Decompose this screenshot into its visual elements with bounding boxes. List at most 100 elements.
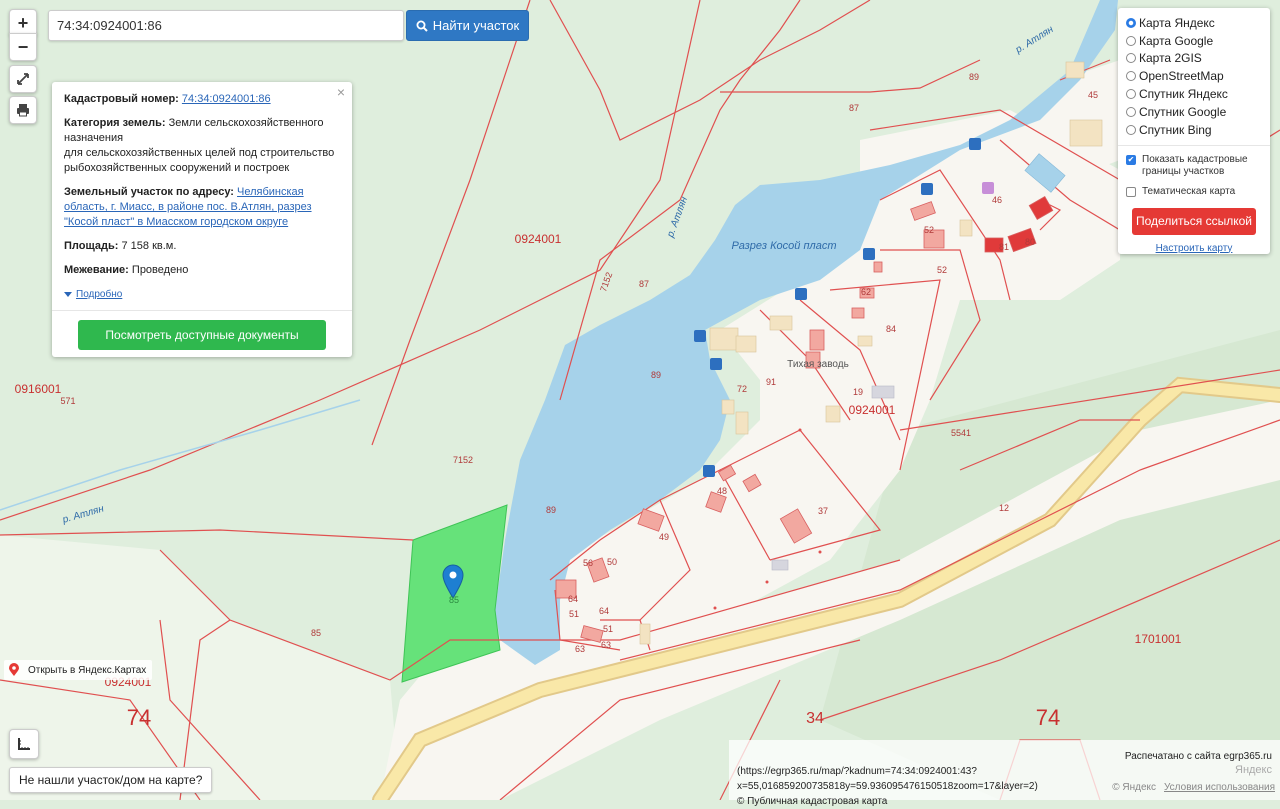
- find-parcel-label: Найти участок: [432, 18, 520, 33]
- svg-text:85: 85: [311, 628, 321, 638]
- svg-text:81: 81: [999, 242, 1009, 252]
- district-code-label: 34: [806, 710, 824, 727]
- radio-icon: [1126, 124, 1136, 135]
- yandex-attribution: © Яндекс Условия использования: [1112, 782, 1275, 793]
- survey-label: Межевание:: [64, 264, 129, 276]
- zoom-out-button[interactable]: −: [9, 33, 37, 61]
- terms-of-use-link[interactable]: Условия использования: [1164, 782, 1275, 793]
- cadastral-number-row: Кадастровый номер: 74:34:0924001:86: [64, 92, 340, 107]
- quarter-label: 0916001: [15, 382, 62, 396]
- svg-text:7152: 7152: [453, 455, 473, 465]
- svg-text:5541: 5541: [951, 428, 971, 438]
- region-code-label: 74: [127, 705, 151, 730]
- checkbox-checked-icon: ✔: [1126, 154, 1136, 165]
- layer-option-2gis-map[interactable]: Карта 2GIS: [1126, 50, 1262, 68]
- more-details-link[interactable]: Подробно: [64, 287, 340, 302]
- svg-text:72: 72: [737, 384, 747, 394]
- svg-text:52: 52: [937, 265, 947, 275]
- close-icon[interactable]: ×: [337, 85, 345, 100]
- parcel-info-panel: × Кадастровый номер: 74:34:0924001:86 Ка…: [52, 82, 352, 357]
- layer-option-yandex-satellite[interactable]: Спутник Яндекс: [1126, 85, 1262, 103]
- area-row: Площадь: 7 158 кв.м.: [64, 239, 340, 254]
- layer-option-google-map[interactable]: Карта Google: [1126, 32, 1262, 50]
- expand-icon: [17, 73, 29, 85]
- svg-text:51: 51: [603, 624, 613, 634]
- radio-icon: [1126, 53, 1136, 64]
- radio-selected-icon: [1126, 17, 1136, 28]
- quarter-label: 0924001: [515, 232, 562, 246]
- divider: [52, 310, 352, 311]
- land-purpose-text: для сельскохозяйственных целей под строи…: [64, 147, 335, 174]
- thematic-map-checkbox[interactable]: Тематическая карта: [1126, 186, 1262, 198]
- svg-text:63: 63: [601, 640, 611, 650]
- checkbox-icon: [1126, 186, 1136, 197]
- parcel-not-found-button[interactable]: Не нашли участок/дом на карте?: [9, 767, 213, 793]
- svg-text:571: 571: [60, 396, 75, 406]
- svg-text:63: 63: [575, 644, 585, 654]
- svg-text:89: 89: [969, 72, 979, 82]
- svg-text:89: 89: [546, 505, 556, 515]
- address-row: Земельный участок по адресу: Челябинская…: [64, 185, 340, 230]
- poi-icon: [982, 182, 994, 194]
- area-label: Площадь:: [64, 240, 119, 252]
- layer-option-label: Спутник Яндекс: [1139, 87, 1228, 102]
- configure-map-link[interactable]: Настроить карту: [1126, 243, 1262, 254]
- svg-text:49: 49: [659, 532, 669, 542]
- ruler-icon: [18, 738, 30, 750]
- show-borders-checkbox[interactable]: ✔ Показать кадастровые границы участков: [1126, 154, 1262, 178]
- svg-text:19: 19: [853, 387, 863, 397]
- print-button[interactable]: [9, 96, 37, 124]
- caret-down-icon: [64, 292, 72, 297]
- quarter-label: 0924001: [849, 403, 896, 417]
- svg-text:51: 51: [569, 609, 579, 619]
- divider: [1118, 144, 1270, 146]
- open-yandex-maps-link[interactable]: Открыть в Яндекс.Картах: [4, 660, 153, 680]
- svg-text:50: 50: [607, 557, 617, 567]
- survey-value: Проведено: [131, 264, 189, 276]
- map-pin-icon: [9, 663, 19, 676]
- svg-text:12: 12: [999, 503, 1009, 513]
- selected-parcel-label: 85: [449, 595, 459, 605]
- settlement-label: Тихая заводь: [787, 359, 849, 370]
- svg-text:87: 87: [849, 103, 859, 113]
- layer-option-label: Спутник Bing: [1139, 122, 1212, 137]
- radio-icon: [1126, 35, 1136, 46]
- printer-icon: [17, 104, 29, 117]
- svg-text:48: 48: [717, 486, 727, 496]
- svg-text:89: 89: [651, 370, 661, 380]
- yandex-logo: Яндекс: [1235, 764, 1272, 776]
- public-map-copyright: © Публичная кадастровая карта: [737, 796, 888, 807]
- radio-icon: [1126, 71, 1136, 82]
- cadastral-number-link[interactable]: 74:34:0924001:86: [182, 93, 271, 105]
- layer-option-label: Спутник Google: [1139, 104, 1227, 119]
- area-value: 7 158 кв.м.: [121, 240, 177, 252]
- layer-option-yandex-map[interactable]: Карта Яндекс: [1126, 14, 1262, 32]
- cadastral-search-input[interactable]: [48, 10, 404, 41]
- layer-option-label: Карта 2GIS: [1139, 51, 1202, 66]
- share-link-button[interactable]: Поделиться ссылкой: [1132, 207, 1256, 235]
- yandex-copyright: © Яндекс: [1112, 782, 1156, 793]
- view-documents-button[interactable]: Посмотреть доступные документы: [78, 320, 326, 350]
- svg-text:64: 64: [599, 606, 609, 616]
- layer-option-label: Карта Google: [1139, 33, 1214, 48]
- svg-text:56: 56: [583, 558, 593, 568]
- svg-text:80: 80: [1025, 237, 1035, 247]
- svg-text:62: 62: [861, 287, 871, 297]
- open-yandex-maps-label: Открыть в Яндекс.Картах: [28, 664, 147, 676]
- fullscreen-button[interactable]: [9, 65, 37, 93]
- quarter-label: 1701001: [1135, 632, 1182, 646]
- map-layers-panel: Карта Яндекс Карта Google Карта 2GIS Ope…: [1118, 8, 1270, 254]
- svg-text:37: 37: [818, 506, 828, 516]
- layer-option-google-satellite[interactable]: Спутник Google: [1126, 103, 1262, 121]
- svg-text:84: 84: [886, 324, 896, 334]
- svg-text:64: 64: [568, 594, 578, 604]
- svg-text:46: 46: [992, 195, 1002, 205]
- thematic-map-label: Тематическая карта: [1142, 185, 1236, 197]
- layer-option-osm[interactable]: OpenStreetMap: [1126, 67, 1262, 85]
- svg-text:87: 87: [639, 279, 649, 289]
- find-parcel-button[interactable]: Найти участок: [406, 10, 529, 41]
- ruler-button[interactable]: [9, 729, 39, 759]
- layer-option-bing-satellite[interactable]: Спутник Bing: [1126, 121, 1262, 139]
- layer-option-label: Карта Яндекс: [1139, 15, 1215, 30]
- radio-icon: [1126, 106, 1136, 117]
